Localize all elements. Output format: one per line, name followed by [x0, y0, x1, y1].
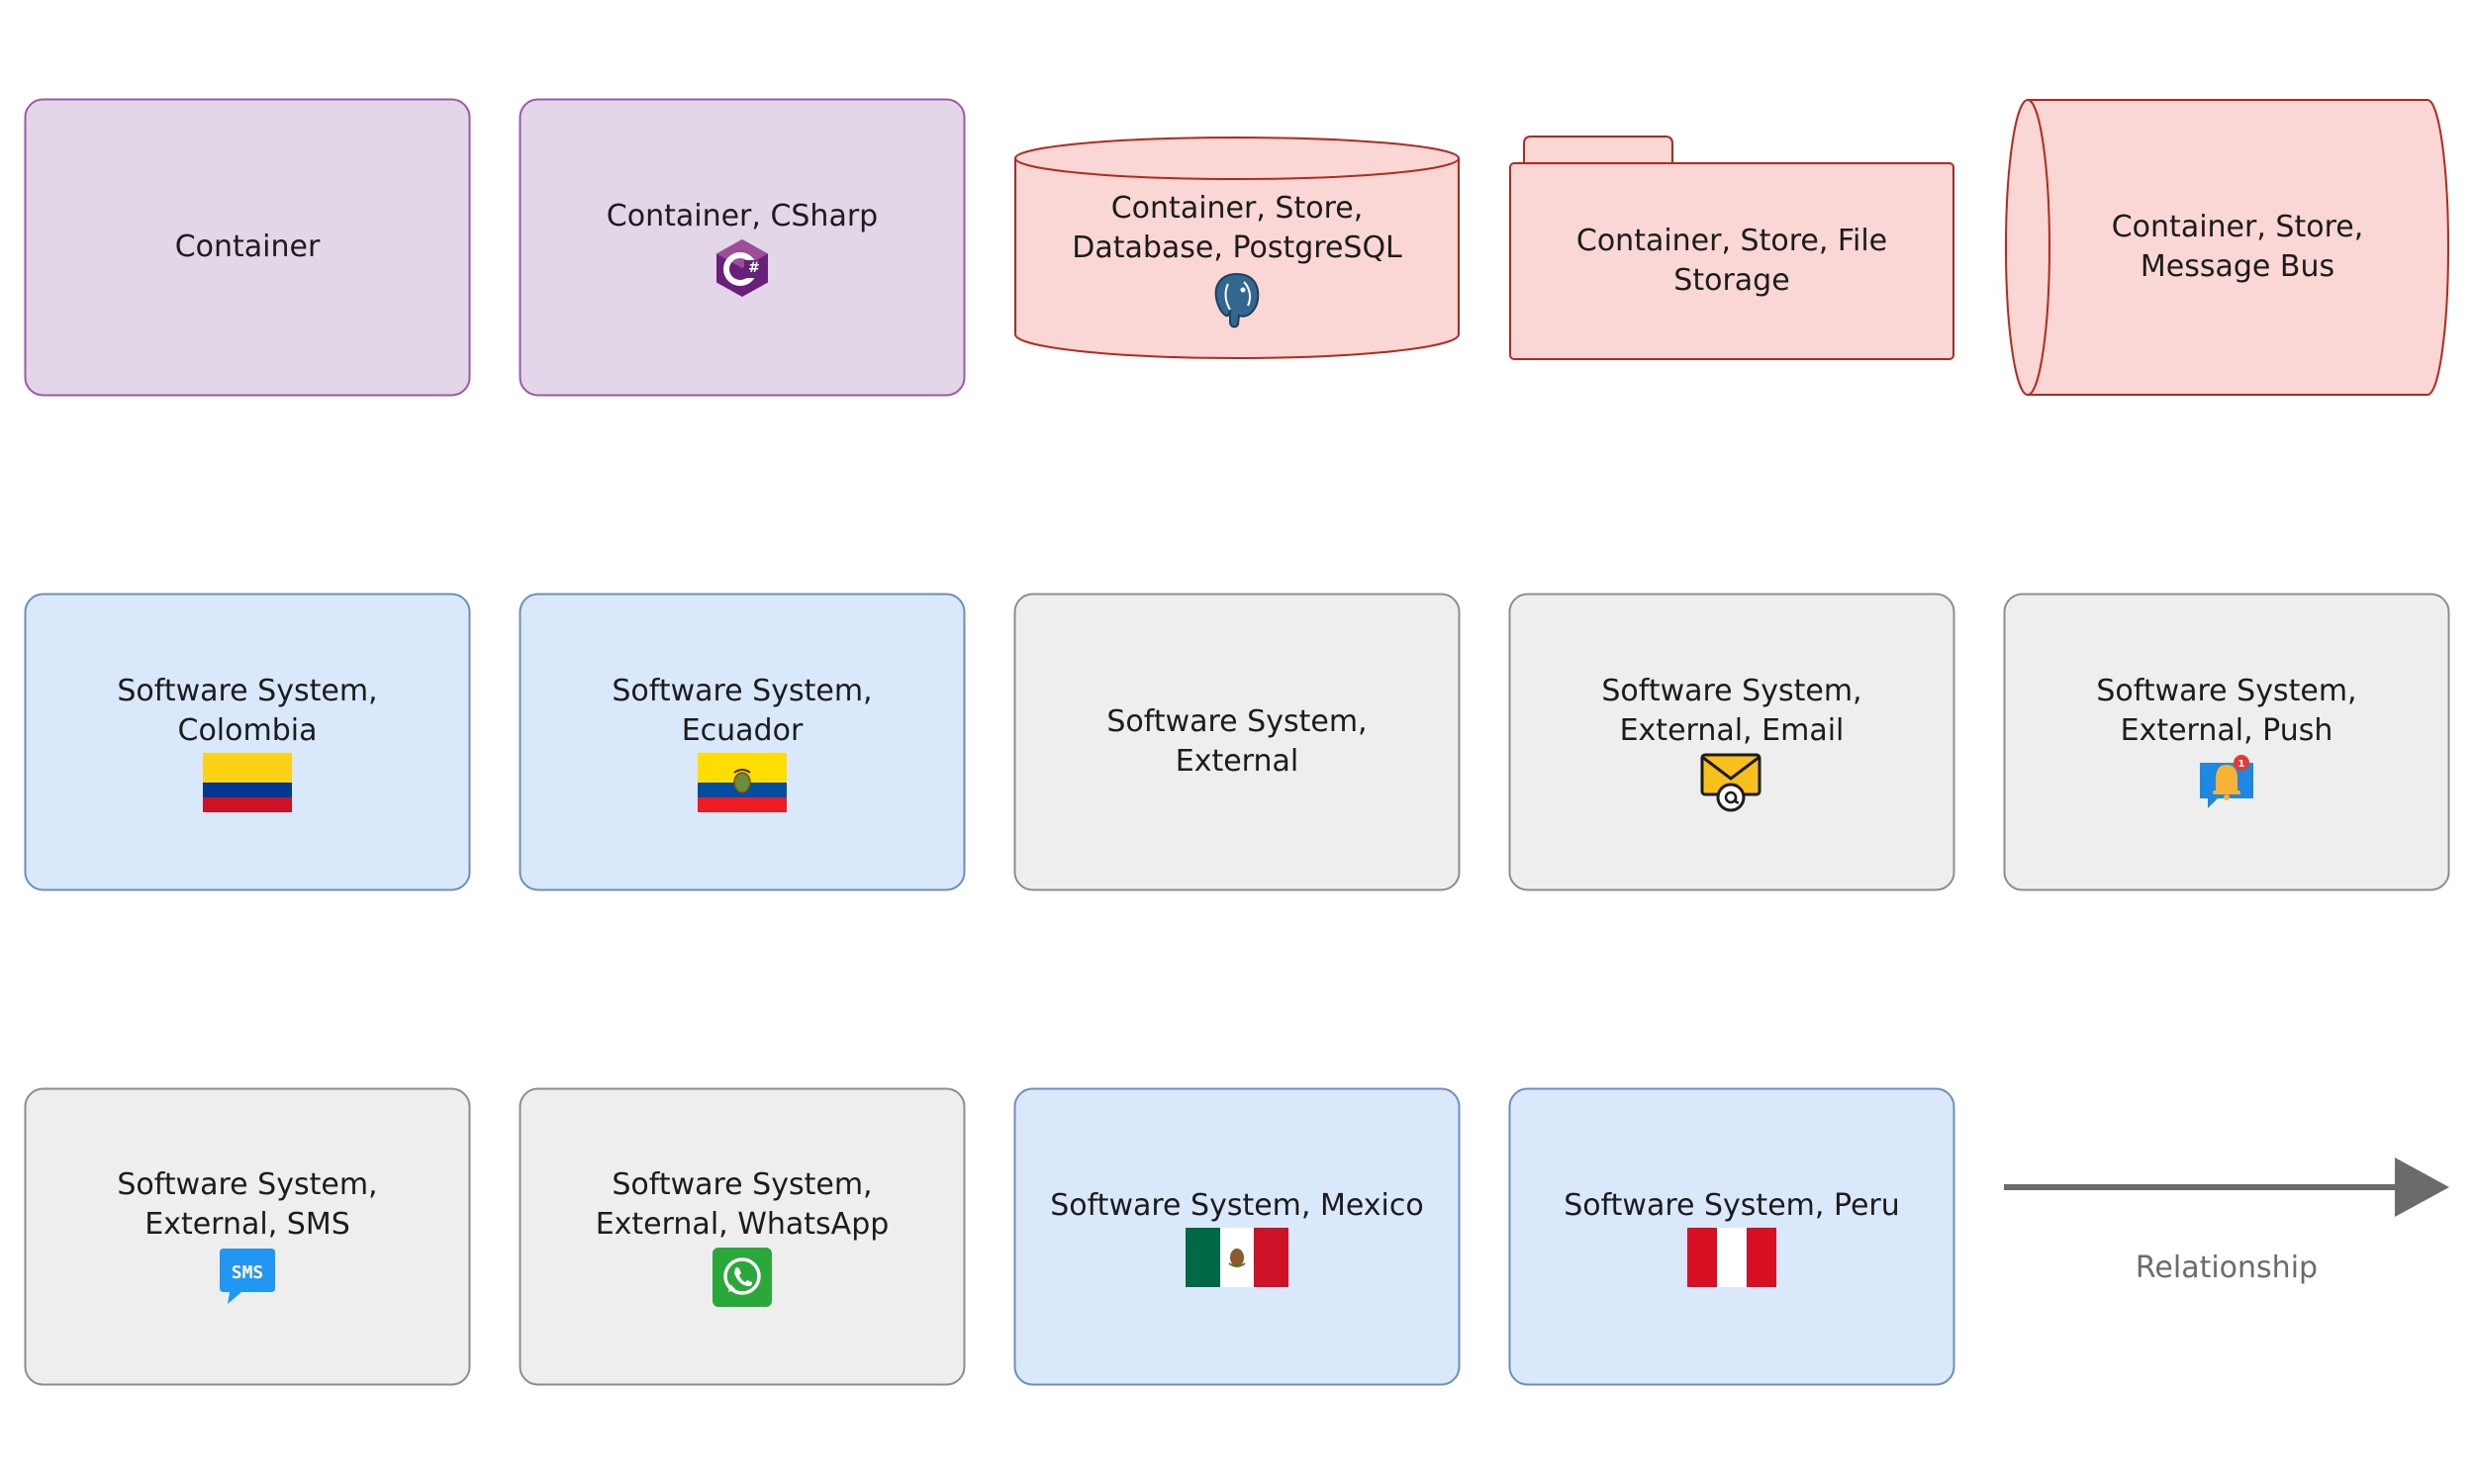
system-push-shape[interactable]: Software System, External, Push 1	[2003, 593, 2450, 891]
system-colombia-label: Software System, Colombia	[117, 674, 378, 748]
svg-text:#: #	[748, 260, 760, 276]
system-peru-shape[interactable]: Software System, Peru	[1508, 1087, 1955, 1386]
mexico-flag-icon	[1186, 1228, 1288, 1287]
database-store-label: Container, Store, Database, PostgreSQL	[1072, 191, 1402, 265]
message-bus-label: Container, Store, Message Bus	[2111, 210, 2364, 284]
svg-text:1: 1	[2238, 759, 2245, 770]
container-shape[interactable]: Container	[24, 98, 471, 397]
postgresql-icon	[1214, 272, 1260, 328]
system-peru-label: Software System, Peru	[1564, 1188, 1900, 1223]
csharp-icon: #	[716, 239, 768, 297]
system-ecuador-label: Software System, Ecuador	[612, 674, 873, 748]
email-icon	[1700, 753, 1761, 812]
container-label: Container	[174, 230, 321, 264]
system-colombia-shape[interactable]: Software System, Colombia	[24, 593, 471, 891]
colombia-flag-icon	[203, 753, 292, 812]
system-sms-label: Software System, External, SMS	[117, 1167, 378, 1242]
peru-flag-icon	[1687, 1228, 1776, 1287]
file-storage-label: Container, Store, File Storage	[1575, 224, 1888, 298]
system-ecuador-shape[interactable]: Software System, Ecuador	[519, 593, 966, 891]
svg-text:SMS: SMS	[232, 1262, 264, 1283]
container-csharp-shape[interactable]: Container, CSharp #	[519, 98, 966, 397]
diagram-canvas: Container Container, CSharp # Container,…	[0, 0, 2474, 1484]
database-store-shape[interactable]: Container, Store, Database, PostgreSQL	[1014, 137, 1460, 359]
push-notification-icon: 1	[2200, 755, 2253, 808]
relationship-arrow[interactable]	[2004, 1156, 2454, 1219]
system-whatsapp-shape[interactable]: Software System, External, WhatsApp	[519, 1087, 966, 1386]
ecuador-flag-icon	[698, 753, 787, 812]
relationship-label: Relationship	[2135, 1251, 2319, 1285]
system-sms-shape[interactable]: Software System, External, SMS SMS	[24, 1087, 471, 1386]
system-mexico-label: Software System, Mexico	[1050, 1188, 1424, 1223]
container-csharp-label: Container, CSharp	[606, 199, 879, 233]
system-push-label: Software System, External, Push	[2096, 674, 2357, 748]
system-email-label: Software System, External, Email	[1601, 674, 1862, 748]
system-whatsapp-label: Software System, External, WhatsApp	[595, 1167, 890, 1242]
file-storage-shape[interactable]: Container, Store, File Storage	[1509, 136, 1954, 361]
whatsapp-icon	[713, 1248, 772, 1307]
system-external-shape[interactable]: Software System, External	[1013, 593, 1461, 891]
sms-icon: SMS	[220, 1249, 275, 1304]
system-mexico-shape[interactable]: Software System, Mexico	[1013, 1087, 1461, 1386]
system-external-label: Software System, External	[1106, 704, 1368, 779]
message-bus-shape[interactable]: Container, Store, Message Bus	[2004, 99, 2449, 396]
system-email-shape[interactable]: Software System, External, Email	[1508, 593, 1955, 891]
